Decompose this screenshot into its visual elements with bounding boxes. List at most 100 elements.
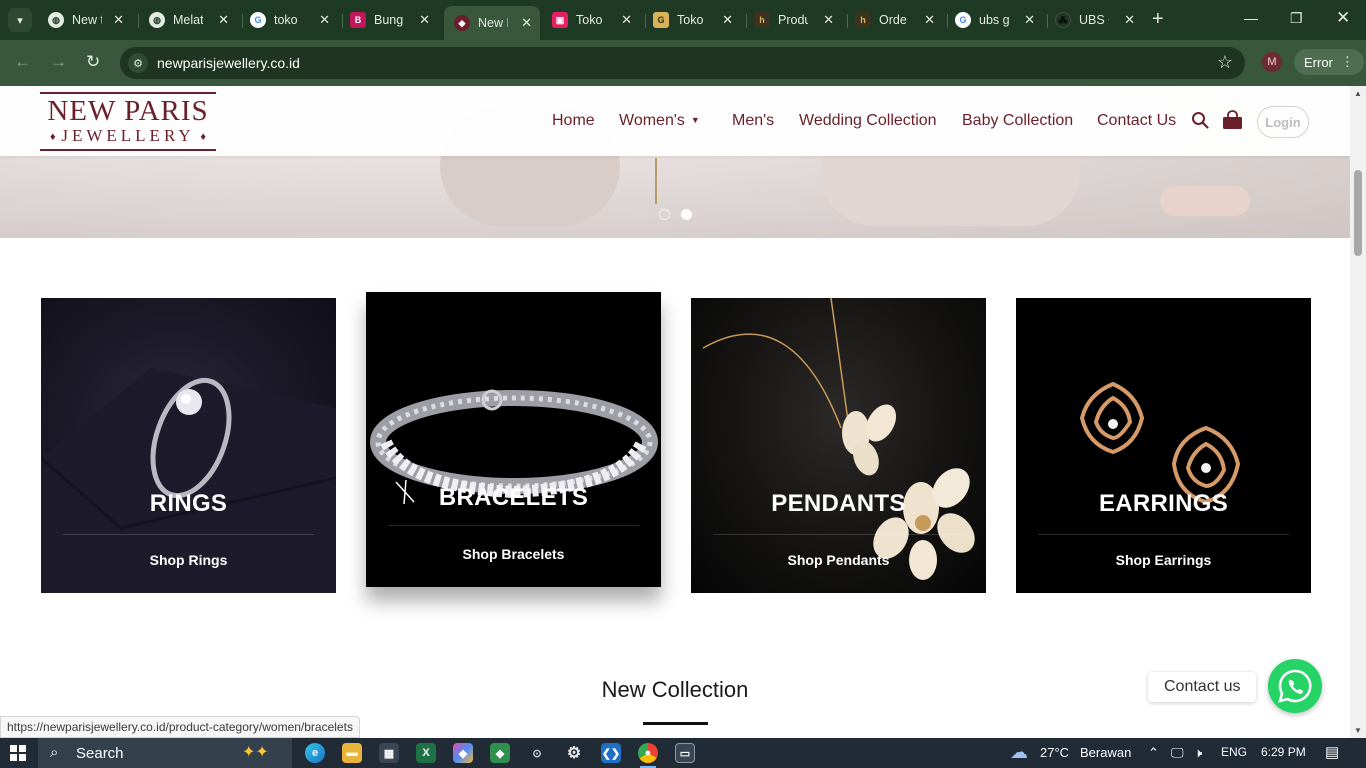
error-button[interactable]: Error ⋮ xyxy=(1294,49,1364,75)
close-icon[interactable]: ✕ xyxy=(722,12,733,28)
page-scrollbar[interactable]: ▲ ▼ xyxy=(1350,86,1366,738)
shop-earrings-link[interactable]: Shop Earrings xyxy=(1016,552,1311,568)
close-icon[interactable]: ✕ xyxy=(521,15,532,31)
taskbar-search[interactable]: ⌕ Search ✦✦ xyxy=(38,738,292,768)
nav-mens[interactable]: Men's xyxy=(732,112,774,130)
close-icon[interactable]: ✕ xyxy=(1124,12,1135,28)
edge-icon[interactable]: e xyxy=(305,743,325,763)
tab-search-icon[interactable]: ▾ xyxy=(8,8,32,32)
shop-rings-link[interactable]: Shop Rings xyxy=(41,552,336,568)
new-tab-button[interactable]: + xyxy=(1152,9,1164,29)
restore-icon[interactable]: ❐ xyxy=(1290,10,1303,27)
logo-line-2: JEWELLERY xyxy=(61,126,195,145)
bookmark-star-icon[interactable]: ☆ xyxy=(1217,52,1233,73)
tab-divider xyxy=(342,14,343,28)
shop-pendants-link[interactable]: Shop Pendants xyxy=(691,552,986,568)
volume-muted-icon[interactable]: 🕨 xyxy=(1194,745,1202,761)
slider-dot-2-active[interactable] xyxy=(681,209,692,220)
browser-tab[interactable]: G Toko ✕ xyxy=(649,6,741,34)
nav-baby-collection[interactable]: Baby Collection xyxy=(962,112,1073,130)
excel-icon[interactable]: X xyxy=(416,743,436,763)
nav-womens[interactable]: Women's ▼ xyxy=(619,112,700,130)
nav-wedding-collection[interactable]: Wedding Collection xyxy=(799,112,937,130)
close-icon[interactable]: ✕ xyxy=(419,12,430,28)
search-icon[interactable] xyxy=(1191,111,1209,134)
site-header: NEW PARIS JEWELLERY ♦ ♦ Home Women's ▼ Me… xyxy=(0,86,1350,156)
scroll-up-arrow[interactable]: ▲ xyxy=(1354,89,1362,98)
ubs-icon: ⁂ xyxy=(1055,12,1071,28)
shopping-bag-icon[interactable] xyxy=(1222,110,1243,135)
category-card-rings[interactable]: RINGS Shop Rings xyxy=(41,298,336,593)
site-info-icon[interactable]: ⚙ xyxy=(128,53,148,73)
calculator-icon[interactable]: ▦ xyxy=(379,743,399,763)
weather-cloud-icon[interactable]: ☁ xyxy=(1010,742,1028,763)
clock-time[interactable]: 6:29 PM xyxy=(1261,745,1306,759)
language-indicator[interactable]: ENG xyxy=(1221,745,1247,759)
network-icon[interactable]: 🖵 xyxy=(1171,745,1184,761)
section-underline xyxy=(643,722,708,725)
browser-tab[interactable]: ◍ Melat ✕ xyxy=(145,6,237,34)
chrome-icon[interactable]: ● xyxy=(638,743,658,768)
contact-us-label[interactable]: Contact us xyxy=(1148,672,1257,702)
url-text[interactable]: newparisjewellery.co.id xyxy=(157,55,300,71)
browser-tab[interactable]: ◍ New t ✕ xyxy=(44,6,132,34)
close-icon[interactable]: ✕ xyxy=(218,12,229,28)
close-icon[interactable]: ✕ xyxy=(621,12,632,28)
tab-divider xyxy=(847,14,848,28)
google-icon: G xyxy=(250,12,266,28)
address-bar[interactable]: ⚙ newparisjewellery.co.id ☆ xyxy=(120,47,1245,79)
toko-pink-icon: ▣ xyxy=(552,12,568,28)
browser-tab[interactable]: G ubs g ✕ xyxy=(951,6,1043,34)
reload-icon[interactable]: ↻ xyxy=(86,52,100,72)
whatsapp-button[interactable] xyxy=(1268,659,1322,713)
browser-tab[interactable]: h Orde ✕ xyxy=(851,6,943,34)
browser-tab-active[interactable]: ◆ New P ✕ xyxy=(444,6,540,40)
search-icon: ⌕ xyxy=(50,744,59,761)
nav-home[interactable]: Home xyxy=(552,112,595,130)
close-icon[interactable]: ✕ xyxy=(823,12,834,28)
windows-start-icon[interactable] xyxy=(10,745,26,761)
close-icon[interactable]: ✕ xyxy=(113,12,124,28)
earrings-image xyxy=(1016,298,1311,593)
settings-gear-icon[interactable]: ⚙ xyxy=(564,743,584,763)
scrollbar-thumb[interactable] xyxy=(1354,170,1362,256)
nav-contact-us[interactable]: Contact Us xyxy=(1097,112,1176,130)
close-window-icon[interactable]: ✕ xyxy=(1336,8,1350,28)
whatsapp-icon xyxy=(1278,669,1312,703)
file-explorer-icon[interactable]: ▬ xyxy=(342,743,362,763)
copilot-icon[interactable]: ◆ xyxy=(453,743,473,763)
browser-tab[interactable]: ▣ Toko ✕ xyxy=(548,6,640,34)
slider-dot-1[interactable] xyxy=(659,209,670,220)
card-divider xyxy=(63,534,314,535)
browser-tab[interactable]: ⁂ UBS C ✕ xyxy=(1051,6,1143,34)
weather-description[interactable]: Berawan xyxy=(1080,745,1131,760)
browser-tab[interactable]: h Produ ✕ xyxy=(750,6,842,34)
category-card-pendants[interactable]: PENDANTS Shop Pendants xyxy=(691,298,986,593)
weather-temperature[interactable]: 27°C xyxy=(1040,745,1069,760)
back-icon[interactable]: ← xyxy=(14,52,31,72)
scroll-down-arrow[interactable]: ▼ xyxy=(1354,726,1362,735)
category-card-bracelets[interactable]: BRACELETS Shop Bracelets xyxy=(366,292,661,587)
shop-bracelets-link[interactable]: Shop Bracelets xyxy=(366,546,661,562)
tray-chevron-up-icon[interactable]: ⌃ xyxy=(1148,745,1159,761)
close-icon[interactable]: ✕ xyxy=(319,12,330,28)
terminal-icon[interactable]: ▭ xyxy=(675,743,695,763)
tab-title: toko xyxy=(274,13,298,27)
vscode-icon[interactable]: ❮❯ xyxy=(601,743,621,763)
login-button[interactable]: Login xyxy=(1257,106,1309,138)
card-title: RINGS xyxy=(149,490,228,517)
card-divider xyxy=(1038,534,1289,535)
category-card-earrings[interactable]: EARRINGS Shop Earrings xyxy=(1016,298,1311,593)
profile-avatar[interactable]: M xyxy=(1262,52,1282,72)
tab-divider xyxy=(1047,14,1048,28)
app-green-icon[interactable]: ◆ xyxy=(490,743,510,763)
minimize-icon[interactable]: — xyxy=(1244,10,1258,26)
magnifier-app-icon[interactable]: ⊙ xyxy=(527,743,547,763)
browser-tab[interactable]: B Bungi ✕ xyxy=(346,6,438,34)
forward-icon[interactable]: → xyxy=(50,52,67,72)
notifications-icon[interactable]: ▤ xyxy=(1325,743,1339,761)
close-icon[interactable]: ✕ xyxy=(1024,12,1035,28)
close-icon[interactable]: ✕ xyxy=(924,12,935,28)
browser-tab[interactable]: G toko ✕ xyxy=(246,6,338,34)
site-logo[interactable]: NEW PARIS JEWELLERY ♦ ♦ xyxy=(40,92,216,151)
